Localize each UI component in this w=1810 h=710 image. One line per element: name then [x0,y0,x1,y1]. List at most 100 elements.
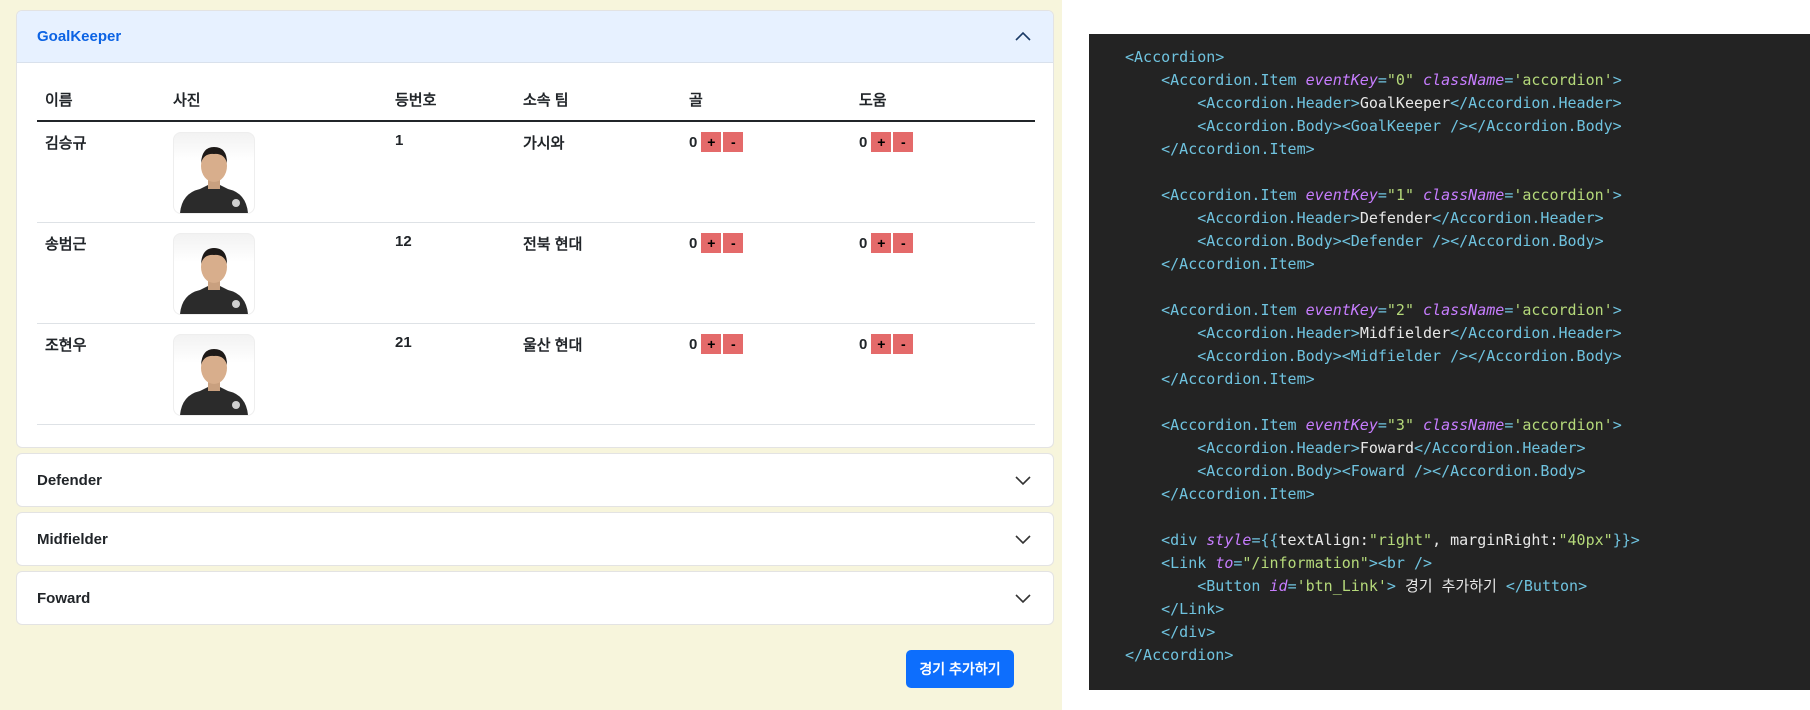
code-token: <Accordion.Body><Midfielder /></Accordio… [1125,347,1622,365]
photo-cell [165,222,387,324]
code-token: 'accordion' [1513,71,1613,89]
goals-minus-button[interactable]: - [723,334,744,354]
code-token: Midfielder [1359,324,1451,342]
assists-minus-button[interactable]: - [893,334,914,354]
assists-minus-button[interactable]: - [893,233,914,253]
chevron-down-icon [1013,470,1033,490]
code-line: <Accordion.Header>Foward</Accordion.Head… [1125,437,1810,460]
assists-minus-button[interactable]: - [893,132,914,152]
code-token: <div [1125,531,1207,549]
table-header-row: 이름 사진 등번호 소속 팀 골 도움 [37,75,1035,122]
table-row: 김승규 1 가시와 0 + - 0 + - [37,121,1035,223]
code-token: > [1612,71,1622,89]
code-token: 'accordion' [1513,186,1613,204]
player-name: 송범근 [37,222,165,324]
goals-minus-button[interactable]: - [723,233,744,253]
accordion-body-goalkeeper: 이름 사진 등번호 소속 팀 골 도움 김승규 1 가시와 0 + - 0 + … [17,63,1053,425]
assists-value: 0 [859,234,868,252]
accordion-header-goalkeeper[interactable]: GoalKeeper [17,11,1053,63]
code-token: > [1612,186,1622,204]
code-token: </Accordion.Header> [1414,439,1586,457]
column-header-photo: 사진 [165,75,387,122]
code-line: </div> [1125,621,1810,644]
code-token: </Button> [1505,577,1588,595]
code-token: <Accordion.Item [1125,186,1306,204]
code-token: </Accordion.Header> [1432,209,1604,227]
code-token: 'btn_Link' [1296,577,1387,595]
accordion-header-defender[interactable]: Defender [17,454,1053,506]
code-token: "right" [1368,531,1433,549]
code-token: 경기 추가하기 [1395,577,1506,595]
player-number: 12 [387,222,515,324]
code-token: textAlign: [1278,531,1369,549]
code-line: <Accordion.Item eventKey="0" className='… [1125,69,1810,92]
accordion-item-goalkeeper: GoalKeeper 이름 사진 등번호 소속 팀 골 도움 김승규 1 가시와… [16,10,1054,448]
code-token: to [1215,554,1234,572]
goals-plus-button[interactable]: + [701,334,722,354]
assists-plus-button[interactable]: + [871,334,892,354]
code-token: eventKey [1305,71,1378,89]
accordion-header-forward[interactable]: Foward [17,572,1053,624]
assists-plus-button[interactable]: + [871,132,892,152]
player-photo [173,132,255,214]
code-line: </Accordion.Item> [1125,368,1810,391]
code-token: </Link> [1125,600,1225,618]
code-token: = [1287,577,1297,595]
assists-stat: 0 + - [859,233,1027,253]
accordion-header-midfielder[interactable]: Midfielder [17,513,1053,565]
goals-value: 0 [689,133,698,151]
code-line: <Accordion.Item eventKey="1" className='… [1125,184,1810,207]
add-match-button[interactable]: 경기 추가하기 [906,650,1014,688]
code-token: GoalKeeper [1359,94,1451,112]
code-line: <Accordion.Item eventKey="2" className='… [1125,299,1810,322]
assists-stat: 0 + - [859,132,1027,152]
goals-plus-button[interactable]: + [701,132,722,152]
assists-cell: 0 + - [851,323,1035,425]
player-team: 가시와 [515,121,681,223]
code-line: </Link> [1125,598,1810,621]
chevron-down-icon [1013,529,1033,549]
code-token: = [1377,71,1387,89]
table-row: 조현우 21 울산 현대 0 + - 0 + - [37,323,1035,425]
code-token: "2" [1386,301,1414,319]
code-token: </Accordion.Item> [1125,485,1315,503]
player-photo [173,233,255,315]
code-token: Foward [1359,439,1414,457]
code-token: <Accordion.Header> [1125,439,1360,457]
code-token: eventKey [1305,301,1378,319]
code-line: <Button id='btn_Link'> 경기 추가하기 </Button> [1125,575,1810,598]
goals-value: 0 [689,234,698,252]
goals-minus-button[interactable]: - [723,132,744,152]
code-line: <Accordion.Header>GoalKeeper</Accordion.… [1125,92,1810,115]
code-token: </Accordion.Header> [1450,94,1622,112]
players-table: 이름 사진 등번호 소속 팀 골 도움 김승규 1 가시와 0 + - 0 + … [37,75,1035,425]
code-token: "3" [1386,416,1414,434]
table-row: 송범근 12 전북 현대 0 + - 0 + - [37,222,1035,324]
code-line: <Accordion.Body><GoalKeeper /></Accordio… [1125,115,1810,138]
code-token: </Accordion> [1125,646,1234,664]
code-token: className [1423,186,1505,204]
code-token: <Accordion> [1125,48,1225,66]
accordion-header-label: Foward [37,589,91,607]
code-line: <Accordion.Header>Midfielder</Accordion.… [1125,322,1810,345]
code-token: </div> [1125,623,1216,641]
code-line: <Accordion.Body><Foward /></Accordion.Bo… [1125,460,1810,483]
code-token: <Accordion.Item [1125,416,1306,434]
assists-plus-button[interactable]: + [871,233,892,253]
code-token: <Accordion.Body><Defender /></Accordion.… [1125,232,1604,250]
code-line: <Accordion> [1125,46,1810,69]
code-token: className [1423,416,1505,434]
code-token: "40px" [1558,531,1613,549]
code-token: ={{ [1251,531,1279,549]
code-token: > [1612,416,1622,434]
assists-value: 0 [859,133,868,151]
code-token: </Accordion.Item> [1125,255,1315,273]
goals-plus-button[interactable]: + [701,233,722,253]
code-token: className [1423,301,1505,319]
column-header-goals: 골 [681,75,851,122]
